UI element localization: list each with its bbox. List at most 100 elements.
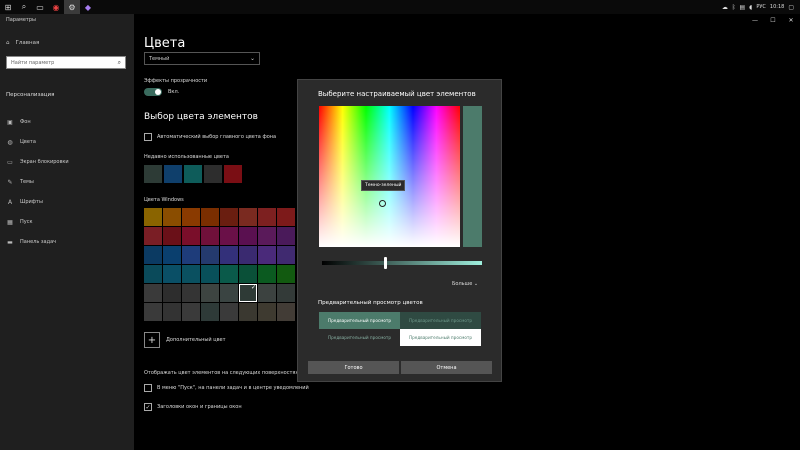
maximize-icon[interactable]: ☐: [764, 14, 782, 26]
color-picker-handle[interactable]: [379, 200, 386, 207]
notification-icon[interactable]: ▢: [788, 4, 794, 11]
color-swatch[interactable]: [144, 303, 162, 321]
color-swatch[interactable]: [258, 303, 276, 321]
color-swatch[interactable]: [182, 303, 200, 321]
sidebar-item-taskbar[interactable]: ▬ Панель задач: [6, 232, 126, 252]
recent-color-swatch[interactable]: [184, 165, 202, 183]
recent-color-swatch[interactable]: [164, 165, 182, 183]
color-swatch[interactable]: [163, 246, 181, 264]
color-swatch[interactable]: [239, 227, 257, 245]
sidebar-item-start[interactable]: ▦ Пуск: [6, 212, 126, 232]
color-swatch[interactable]: [220, 284, 238, 302]
color-swatch[interactable]: [220, 208, 238, 226]
color-swatch[interactable]: [239, 208, 257, 226]
surface-titlebars-checkbox[interactable]: ✓ Заголовки окон и границы окон: [144, 403, 242, 411]
ok-button[interactable]: Готово: [308, 361, 399, 374]
plus-icon[interactable]: +: [144, 332, 160, 348]
color-swatch[interactable]: [220, 303, 238, 321]
recent-color-swatch[interactable]: [224, 165, 242, 183]
color-swatch[interactable]: [182, 208, 200, 226]
color-swatch[interactable]: [220, 265, 238, 283]
cloud-icon[interactable]: ☁: [722, 4, 728, 11]
brightness-slider[interactable]: [322, 261, 482, 265]
sidebar-item-background[interactable]: ▣ Фон: [6, 112, 126, 132]
color-swatch[interactable]: [182, 284, 200, 302]
palette-icon: ◍: [7, 138, 13, 146]
close-icon[interactable]: ✕: [782, 14, 800, 26]
search-input[interactable]: Найти параметр ⌕: [6, 56, 126, 69]
color-swatch[interactable]: [277, 208, 295, 226]
color-swatch[interactable]: [201, 265, 219, 283]
color-swatch[interactable]: [277, 303, 295, 321]
color-swatch[interactable]: [144, 284, 162, 302]
visual-studio-icon[interactable]: ◆: [80, 0, 96, 14]
color-swatch[interactable]: [220, 227, 238, 245]
color-swatch[interactable]: [201, 208, 219, 226]
checkbox-box[interactable]: [144, 384, 152, 392]
color-swatch[interactable]: [163, 227, 181, 245]
color-swatch[interactable]: [277, 284, 295, 302]
color-swatch[interactable]: [277, 227, 295, 245]
color-swatch[interactable]: [144, 208, 162, 226]
network-icon[interactable]: ▤: [740, 4, 746, 11]
color-swatch[interactable]: [163, 208, 181, 226]
preview-tile-accent-dark: Предварительный просмотр: [319, 312, 400, 329]
color-swatch[interactable]: [144, 227, 162, 245]
minimize-icon[interactable]: —: [746, 14, 764, 26]
settings-icon[interactable]: ⚙: [64, 0, 80, 14]
clock[interactable]: 10:18: [770, 4, 784, 10]
task-view-icon[interactable]: ▭: [32, 0, 48, 14]
nav-home[interactable]: ⌂ Главная: [6, 40, 39, 46]
color-swatch[interactable]: [239, 265, 257, 283]
search-icon[interactable]: ⌕: [16, 0, 32, 14]
color-swatch[interactable]: [258, 265, 276, 283]
color-swatch[interactable]: [163, 303, 181, 321]
color-swatch[interactable]: [182, 227, 200, 245]
color-swatch[interactable]: [182, 265, 200, 283]
color-swatch[interactable]: [239, 284, 257, 302]
color-swatch[interactable]: [144, 265, 162, 283]
windows-icon[interactable]: ⊞: [0, 0, 16, 14]
color-swatch[interactable]: [239, 303, 257, 321]
preview-heading: Предварительный просмотр цветов: [318, 300, 423, 306]
color-swatch[interactable]: [277, 265, 295, 283]
sidebar-item-themes[interactable]: ✎ Темы: [6, 172, 126, 192]
color-swatch[interactable]: [163, 284, 181, 302]
sidebar-item-lock-screen[interactable]: ▭ Экран блокировки: [6, 152, 126, 172]
auto-color-checkbox[interactable]: Автоматический выбор главного цвета фона: [144, 133, 276, 141]
cancel-button[interactable]: Отмена: [401, 361, 492, 374]
color-mode-dropdown[interactable]: Темный ⌄: [144, 52, 260, 65]
color-swatch[interactable]: [258, 208, 276, 226]
add-color-label: Дополнительный цвет: [166, 337, 226, 343]
brightness-slider-thumb[interactable]: [384, 257, 387, 269]
color-swatch[interactable]: [258, 246, 276, 264]
checkbox-box[interactable]: [144, 133, 152, 141]
sidebar-item-fonts[interactable]: A Шрифты: [6, 192, 126, 212]
more-button[interactable]: Больше ⌄: [452, 281, 478, 287]
volume-icon[interactable]: ◖: [749, 4, 752, 11]
checkbox-box[interactable]: ✓: [144, 403, 152, 411]
color-swatch[interactable]: [258, 227, 276, 245]
language-indicator[interactable]: РУС: [756, 4, 766, 10]
color-swatch[interactable]: [258, 284, 276, 302]
chrome-icon[interactable]: ◉: [48, 0, 64, 14]
color-swatch[interactable]: [144, 246, 162, 264]
color-spectrum[interactable]: [319, 106, 460, 247]
color-swatch[interactable]: [182, 246, 200, 264]
add-custom-color[interactable]: + Дополнительный цвет: [144, 332, 226, 348]
recent-color-swatch[interactable]: [204, 165, 222, 183]
color-swatch[interactable]: [201, 227, 219, 245]
color-swatch[interactable]: [201, 246, 219, 264]
color-swatch[interactable]: [220, 246, 238, 264]
sidebar-item-label: Фон: [20, 119, 31, 125]
color-swatch[interactable]: [201, 303, 219, 321]
sidebar-item-colors[interactable]: ◍ Цвета: [6, 132, 126, 152]
color-swatch[interactable]: [201, 284, 219, 302]
surface-start-checkbox[interactable]: В меню "Пуск", на панели задач и в центр…: [144, 384, 309, 392]
recent-color-swatch[interactable]: [144, 165, 162, 183]
bluetooth-icon[interactable]: ᛒ: [732, 4, 736, 11]
color-swatch[interactable]: [277, 246, 295, 264]
transparency-toggle[interactable]: [144, 88, 162, 96]
color-swatch[interactable]: [239, 246, 257, 264]
color-swatch[interactable]: [163, 265, 181, 283]
